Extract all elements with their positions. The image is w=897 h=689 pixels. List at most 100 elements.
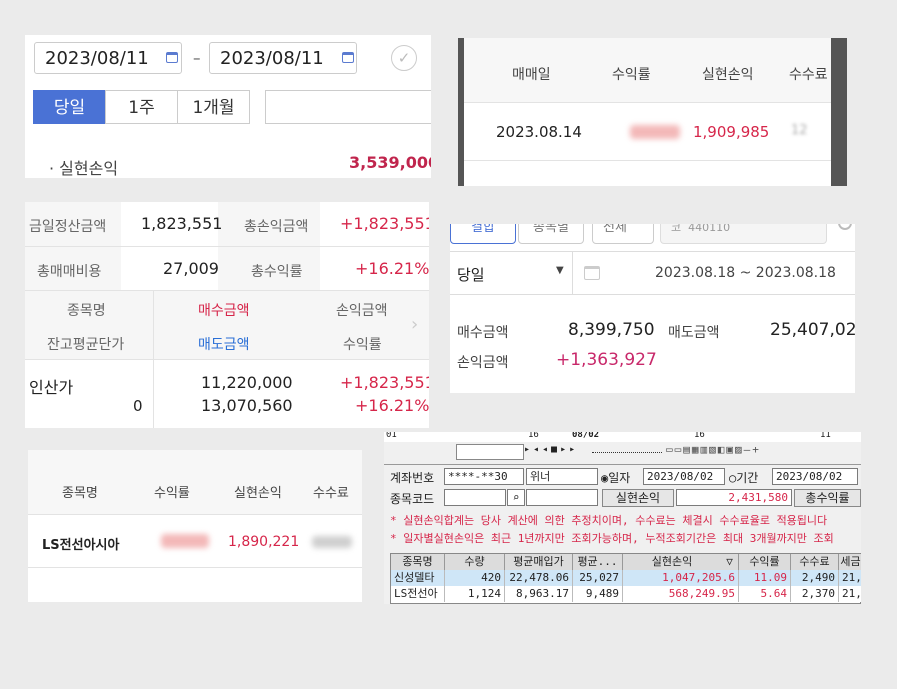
total-rate-label: 총수익률 <box>251 264 303 280</box>
realized-value: 1,909,985 <box>693 123 770 141</box>
account-number-field[interactable]: ****-**30 <box>444 468 524 485</box>
tab-1month[interactable]: 1개월 <box>177 90 250 124</box>
trade-date-panel: 매매일 수익률 실현손익 수수료 2023.08.14 1,909,985 12 <box>458 38 847 186</box>
period-select[interactable]: 당일 ▼ <box>450 252 573 294</box>
stock-name[interactable]: LS전선아시아 <box>42 534 119 553</box>
stock-pnl-panel: 종목명 수익률 실현손익 수수료 LS전선아시아 1,890,221 <box>28 450 362 602</box>
chevron-right-icon[interactable]: › <box>411 314 418 335</box>
account-label: 계좌번호 <box>390 471 435 485</box>
radio-date[interactable]: ◉일자 <box>601 469 630 486</box>
date-range-field[interactable]: 2023.08.18 ~ 2023.08.18 <box>574 252 855 294</box>
account-number: ****-**30 <box>448 470 508 483</box>
col-realized: 실현손익 <box>234 486 282 501</box>
search-icon[interactable] <box>838 224 852 230</box>
col-realized[interactable]: 실현손익 <box>623 554 721 570</box>
confirm-check-icon[interactable]: ✓ <box>391 45 417 71</box>
code-label: 종목코드 <box>390 492 435 506</box>
col-trade-date: 매매일 <box>512 67 551 83</box>
col-fee: 수수료 <box>789 67 828 83</box>
toolbar-field[interactable] <box>456 444 524 460</box>
tick-label: 11 <box>820 432 831 440</box>
cell-avg-sell: 25,027 <box>573 570 623 586</box>
notice-line-1: * 실현손익합계는 당사 계산에 의한 추정치이며, 수수료는 체결시 수수료율… <box>390 514 828 527</box>
tab-1week[interactable]: 1주 <box>105 90 178 124</box>
period-pnl-panel: 결합 종목별 전체 코 440110 당일 ▼ 2023.08.18 ~ 202… <box>450 224 855 393</box>
calendar-icon[interactable] <box>166 52 178 63</box>
playback-controls[interactable]: ▸◂◂■▸▸ <box>524 444 578 455</box>
table-row[interactable]: LS전선아 1,124 8,963.17 9,489 568,249.95 5.… <box>391 586 861 602</box>
radio-date-label: 일자 <box>608 471 631 485</box>
cell-fee: 2,370 <box>791 586 839 602</box>
search-icon[interactable]: ⌕ <box>507 489 525 506</box>
today-settle-value: 1,823,551 <box>141 214 223 233</box>
cell-avg-buy: 22,478.06 <box>505 570 573 586</box>
col-tax[interactable]: 세금 <box>839 554 861 570</box>
code-field[interactable] <box>444 489 506 506</box>
tick-label: 08/02 <box>572 432 600 440</box>
date-range-text: 2023.08.18 ~ 2023.08.18 <box>655 265 836 281</box>
col-stock[interactable]: 종목명 <box>391 554 445 570</box>
sell-amount-label: 매도금액 <box>668 325 720 341</box>
col-realized: 실현손익 <box>702 67 754 83</box>
radio-period[interactable]: ○기간 <box>729 469 758 486</box>
cell-rate: 11.09 <box>739 570 791 586</box>
buy-amount-label: 매수금액 <box>457 325 509 341</box>
start-date-field[interactable]: 2023/08/11 <box>34 42 182 74</box>
cell-qty: 420 <box>445 570 505 586</box>
code-name-field <box>526 489 598 506</box>
date-separator: – <box>193 49 201 67</box>
realized-value: 1,890,221 <box>228 534 300 550</box>
toolbar: ▸◂◂■▸▸ ▭▭▤▦▥▧◧▣▨–+ <box>384 442 861 464</box>
stock-code-input[interactable]: 코 440110 <box>660 224 827 244</box>
toolbar-icons[interactable]: ▭▭▤▦▥▧◧▣▨–+ <box>666 443 761 456</box>
scope-select[interactable]: 전체 <box>592 224 654 244</box>
tab-by-stock[interactable]: 종목별 <box>518 224 584 244</box>
col-buy-amount: 매수금액 <box>198 303 250 319</box>
stock-name[interactable]: 인산가 <box>29 374 73 398</box>
total-rate-button[interactable]: 총수익률 <box>794 489 861 507</box>
radio-period-label: 기간 <box>736 471 759 485</box>
buy-amount-value: 11,220,000 <box>201 373 293 392</box>
range-input[interactable] <box>265 90 431 124</box>
total-pnl-label: 총손익금액 <box>244 219 309 235</box>
col-qty[interactable]: 수량 <box>445 554 505 570</box>
col-avg-sell[interactable]: 평균... <box>573 554 623 570</box>
tab-by-stock-label: 종목별 <box>533 224 569 235</box>
col-avg-buy[interactable]: 평균매입가 <box>505 554 573 570</box>
rate-redacted <box>630 125 680 139</box>
notice-line-2: * 일자별실현손익은 최근 1년까지만 조회가능하며, 누적조회기간은 최대 3… <box>390 532 834 545</box>
sort-icon[interactable]: ▽ <box>721 554 739 570</box>
realized-pnl-text: 2,431,580 <box>728 491 788 504</box>
col-fee: 수수료 <box>313 486 349 501</box>
date-field[interactable]: 2023/08/02 <box>643 468 725 485</box>
fee-redacted <box>312 536 352 548</box>
col-stock-name: 종목명 <box>67 303 106 319</box>
pnl-amount-value: +1,823,551 <box>340 373 429 392</box>
calendar-icon[interactable] <box>342 52 354 63</box>
period-field[interactable]: 2023/08/02 <box>772 468 858 485</box>
cell-qty: 1,124 <box>445 586 505 602</box>
realized-pnl-value: 3,539,000 <box>349 153 431 172</box>
tab-combined-label: 결합 <box>471 224 495 235</box>
tab-combined[interactable]: 결합 <box>450 224 516 244</box>
date-value: 2023/08/02 <box>647 470 714 483</box>
cell-realized: 568,249.95 <box>623 586 739 602</box>
col-rate[interactable]: 수익률 <box>739 554 791 570</box>
realized-pnl-button[interactable]: 실현손익 <box>602 489 674 507</box>
pnl-amount-label: 손익금액 <box>457 355 509 371</box>
cell-stock: LS전선아 <box>391 586 445 602</box>
account-name: 위너 <box>530 470 551 483</box>
col-fee[interactable]: 수수료 <box>791 554 839 570</box>
end-date-field[interactable]: 2023/08/11 <box>209 42 357 74</box>
cell-avg-sell: 9,489 <box>573 586 623 602</box>
col-rate: 수익률 <box>154 486 190 501</box>
realized-pnl-label: · 실현손익 <box>49 159 119 178</box>
cell-rate: 5.64 <box>739 586 791 602</box>
time-slider[interactable] <box>592 448 662 453</box>
trade-date-value: 2023.08.14 <box>496 123 582 141</box>
col-sell-amount: 매도금액 <box>198 337 250 353</box>
table-row[interactable]: 신성델타 420 22,478.06 25,027 1,047,205.6 11… <box>391 570 861 586</box>
rate-value: +16.21% <box>355 396 429 415</box>
tab-today[interactable]: 당일 <box>33 90 106 124</box>
stock-qty: 0 <box>133 397 143 415</box>
